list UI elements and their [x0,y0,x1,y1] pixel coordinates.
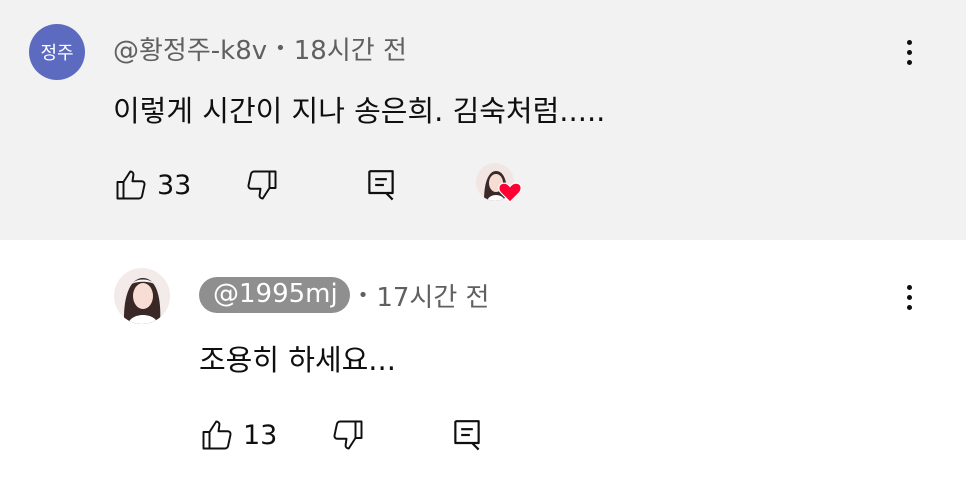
thumbs-up-icon [116,170,146,200]
reply-meta: @1995mj • 17시간 전 [199,275,489,315]
commenter-avatar[interactable]: 정주 [29,24,85,80]
dislike-button[interactable] [330,415,366,455]
like-button[interactable]: 33 [113,165,191,205]
avatar-initials: 정주 [40,43,74,64]
comment-more-button[interactable] [899,32,919,72]
thumbs-down-icon [333,420,363,450]
commenter-handle[interactable]: @황정주-k8v [113,30,267,67]
meta-separator: • [275,37,286,59]
comment-timestamp[interactable]: 18시간 전 [294,30,407,67]
thumbs-down-icon [247,170,277,200]
highlighted-comment: 정주 @황정주-k8v • 18시간 전 이렇게 시간이 지나 송은희. 김숙처… [0,0,966,240]
comment-text: 이렇게 시간이 지나 송은희. 김숙처럼..... [113,94,606,128]
like-count: 13 [243,419,278,451]
reply-more-button[interactable] [899,277,919,317]
dislike-button[interactable] [244,165,280,205]
reply-comment-icon [368,170,394,201]
more-vert-icon [906,39,912,45]
reply-comment-icon [454,420,480,451]
reply-avatar[interactable] [114,268,170,324]
reply-handle-chip[interactable]: @1995mj [199,277,350,313]
creator-heart-badge [476,163,526,209]
reply-timestamp[interactable]: 17시간 전 [376,277,489,314]
thumbs-up-icon [202,420,232,450]
like-button[interactable]: 13 [199,415,277,455]
reply-button[interactable] [451,415,483,455]
comment-meta: @황정주-k8v • 18시간 전 [113,28,407,68]
more-vert-icon [906,284,912,290]
like-count: 33 [157,169,192,201]
heart-icon [498,182,522,203]
reply-text: 조용히 하세요... [199,343,396,377]
meta-separator: • [357,284,369,306]
reply-button[interactable] [365,165,397,205]
